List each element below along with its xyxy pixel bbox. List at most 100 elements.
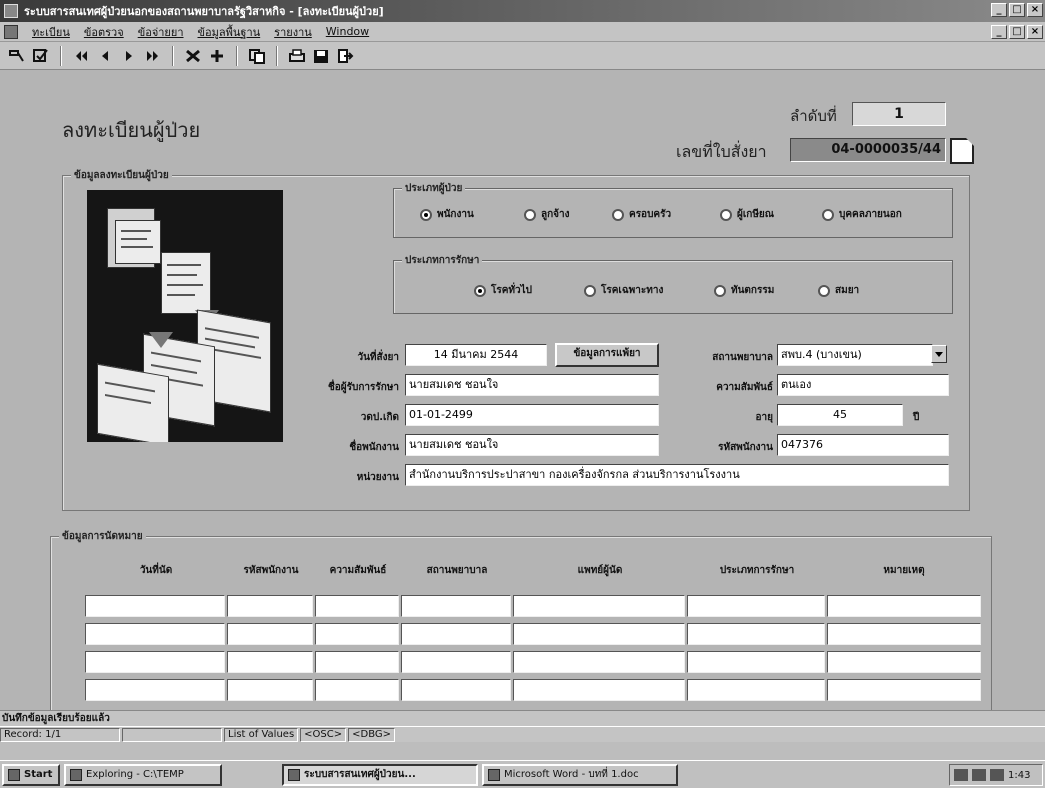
patient-type-worker-radio[interactable]: ลูกจ้าง xyxy=(524,207,570,222)
allergy-info-button[interactable]: ข้อมูลการแพ้ยา xyxy=(555,343,659,367)
document-icon[interactable] xyxy=(4,24,18,39)
radio-label: สมยา xyxy=(835,285,860,296)
radio-label: โรคเฉพาะทาง xyxy=(601,285,664,296)
table-cell[interactable] xyxy=(85,595,225,617)
menu-window[interactable]: Window xyxy=(326,25,369,38)
status-bar: Record: 1/1 List of Values <OSC> <DBG> xyxy=(0,726,1045,742)
taskbar-item-app[interactable]: ระบบสารสนเทศผู้ป่วยน... xyxy=(282,763,478,786)
insert-record-icon[interactable] xyxy=(206,45,228,67)
table-cell[interactable] xyxy=(827,623,981,645)
menu-register[interactable]: ทะเบียน xyxy=(32,23,70,41)
patient-type-employee-radio[interactable]: พนักงาน xyxy=(420,207,474,222)
maximize-button[interactable]: □ xyxy=(1009,3,1025,17)
table-cell[interactable] xyxy=(827,679,981,701)
patient-name-label: ชื่อผู้รับการรักษา xyxy=(327,382,399,393)
windows-logo-icon xyxy=(8,768,20,781)
taskbar-item-exploring[interactable]: Exploring - C:\TEMP xyxy=(64,763,222,786)
table-cell[interactable] xyxy=(85,651,225,673)
sequence-field[interactable]: 1 xyxy=(852,102,946,126)
hospital-select[interactable]: สพบ.4 (บางเขน) xyxy=(777,344,933,366)
query-icon[interactable] xyxy=(6,45,28,67)
treatment-general-radio[interactable]: โรคทั่วไป xyxy=(474,283,532,298)
new-document-icon[interactable] xyxy=(950,138,974,164)
table-cell[interactable] xyxy=(513,651,685,673)
radio-label: โรคทั่วไป xyxy=(491,285,533,296)
menu-dispense[interactable]: ข้อจ่ายยา xyxy=(138,23,184,41)
menu-report[interactable]: รายงาน xyxy=(274,23,312,41)
table-cell[interactable] xyxy=(227,679,313,701)
toolbar-separator xyxy=(172,45,174,66)
next-record-icon[interactable] xyxy=(118,45,140,67)
table-cell[interactable] xyxy=(401,623,511,645)
menu-exam[interactable]: ข้อตรวจ xyxy=(84,23,124,41)
table-cell[interactable] xyxy=(315,595,399,617)
last-record-icon[interactable] xyxy=(142,45,164,67)
col-hospital: สถานพยาบาล xyxy=(426,565,488,576)
table-cell[interactable] xyxy=(85,679,225,701)
table-cell[interactable] xyxy=(315,651,399,673)
window-titlebar[interactable]: ระบบสารสนเทศผู้ป่วยนอกของสถานพยาบาลรัฐวิ… xyxy=(0,0,1045,22)
save-icon[interactable] xyxy=(310,45,332,67)
mdi-close-button[interactable]: × xyxy=(1027,25,1043,39)
relationship-field[interactable]: ตนเอง xyxy=(777,374,949,396)
print-icon[interactable] xyxy=(286,45,308,67)
table-cell[interactable] xyxy=(227,623,313,645)
start-button[interactable]: Start xyxy=(2,763,60,786)
mdi-maximize-button[interactable]: □ xyxy=(1009,25,1025,39)
table-cell[interactable] xyxy=(513,595,685,617)
radio-dot xyxy=(474,284,486,297)
patient-group-title: ข้อมูลลงทะเบียนผู้ป่วย xyxy=(71,168,172,183)
table-cell[interactable] xyxy=(401,651,511,673)
minimize-button[interactable]: _ xyxy=(991,3,1007,17)
table-cell[interactable] xyxy=(687,595,825,617)
table-cell[interactable] xyxy=(227,595,313,617)
status-spacer xyxy=(122,727,222,742)
table-cell[interactable] xyxy=(687,651,825,673)
previous-record-icon[interactable] xyxy=(94,45,116,67)
table-cell[interactable] xyxy=(315,679,399,701)
patient-type-family-radio[interactable]: ครอบครัว xyxy=(612,207,671,222)
pen-icon[interactable] xyxy=(972,769,986,781)
start-label: Start xyxy=(24,768,53,780)
employee-code-field[interactable]: 047376 xyxy=(777,434,949,456)
employee-code-label: รหัสพนักงาน xyxy=(718,442,773,453)
table-cell[interactable] xyxy=(687,623,825,645)
table-cell[interactable] xyxy=(85,623,225,645)
table-cell[interactable] xyxy=(513,679,685,701)
patient-type-outsider-radio[interactable]: บุคคลภายนอก xyxy=(822,207,902,222)
table-cell[interactable] xyxy=(513,623,685,645)
delete-record-icon[interactable] xyxy=(182,45,204,67)
employee-name-label: ชื่อพนักงาน xyxy=(349,442,399,453)
treatment-dental-radio[interactable]: ทันตกรรม xyxy=(714,283,774,298)
copy-icon[interactable] xyxy=(246,45,268,67)
treatment-type-group: ประเภทการรักษา โรคทั่วไป โรคเฉพาะทาง ทัน… xyxy=(393,253,953,314)
employee-name-field[interactable]: นายสมเดช ชอนใจ xyxy=(405,434,659,456)
menu-basedata[interactable]: ข้อมูลพื้นฐาน xyxy=(198,23,261,41)
department-field[interactable]: สำนักงานบริการประปาสาขา กองเครื่องจักรกล… xyxy=(405,464,949,486)
patient-name-field[interactable]: นายสมเดช ชอนใจ xyxy=(405,374,659,396)
table-cell[interactable] xyxy=(827,651,981,673)
keyboard-layout-icon[interactable] xyxy=(990,769,1004,781)
table-cell[interactable] xyxy=(315,623,399,645)
table-cell[interactable] xyxy=(401,595,511,617)
treatment-medicine-radio[interactable]: สมยา xyxy=(818,283,859,298)
chevron-down-icon[interactable] xyxy=(931,345,947,363)
order-number-field[interactable]: 04-0000035/44 xyxy=(790,138,946,162)
birthdate-field[interactable]: 01-01-2499 xyxy=(405,404,659,426)
mdi-window-controls: _ □ × xyxy=(991,25,1043,39)
table-cell[interactable] xyxy=(827,595,981,617)
mdi-minimize-button[interactable]: _ xyxy=(991,25,1007,39)
table-cell[interactable] xyxy=(687,679,825,701)
treatment-specialist-radio[interactable]: โรคเฉพาะทาง xyxy=(584,283,663,298)
exit-icon[interactable] xyxy=(334,45,356,67)
order-date-field[interactable]: 14 มีนาคม 2544 xyxy=(405,344,547,366)
table-cell[interactable] xyxy=(401,679,511,701)
taskbar-item-word[interactable]: Microsoft Word - บทที่ 1.doc xyxy=(482,763,678,786)
age-field[interactable]: 45 xyxy=(777,404,903,426)
speaker-icon[interactable] xyxy=(954,769,968,781)
table-cell[interactable] xyxy=(227,651,313,673)
close-button[interactable]: × xyxy=(1027,3,1043,17)
first-record-icon[interactable] xyxy=(70,45,92,67)
patient-type-retiree-radio[interactable]: ผู้เกษียณ xyxy=(720,207,774,222)
execute-query-icon[interactable] xyxy=(30,45,52,67)
